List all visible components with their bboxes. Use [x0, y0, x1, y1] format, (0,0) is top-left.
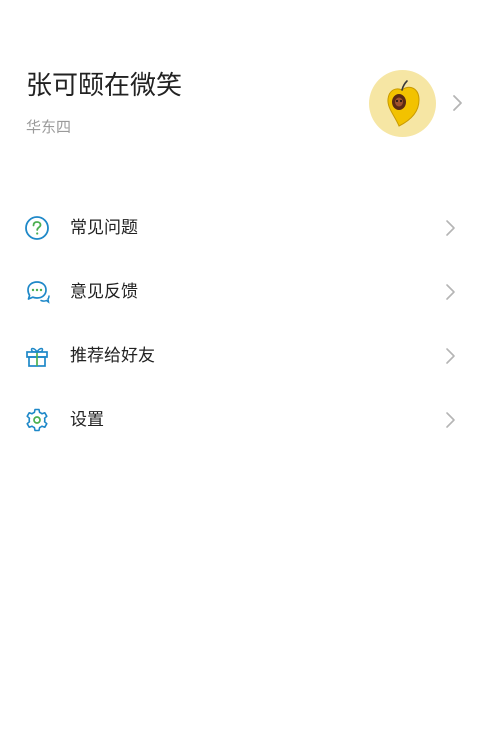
chevron-right-icon [444, 411, 456, 429]
menu-item-recommend[interactable]: 推荐给好友 [0, 324, 480, 388]
chevron-right-icon [444, 283, 456, 301]
menu-item-label: 常见问题 [70, 218, 138, 238]
chevron-right-icon [444, 219, 456, 237]
menu-item-label: 设置 [70, 410, 104, 430]
menu-list: 常见问题 意见反馈 推荐给好友 设置 [0, 196, 480, 452]
menu-item-settings[interactable]: 设置 [0, 388, 480, 452]
menu-item-feedback[interactable]: 意见反馈 [0, 260, 480, 324]
avatar[interactable] [369, 70, 436, 137]
menu-item-label: 推荐给好友 [70, 346, 155, 366]
fruit-avatar-icon [387, 80, 420, 127]
profile-name: 张可颐在微笑 [26, 71, 183, 101]
profile-header[interactable]: 张可颐在微笑 华东四 [0, 0, 480, 160]
menu-item-faq[interactable]: 常见问题 [0, 196, 480, 260]
gear-icon [24, 407, 50, 433]
chevron-right-icon [444, 347, 456, 365]
chat-bubbles-icon [24, 279, 50, 305]
chevron-right-icon [450, 94, 464, 112]
gift-icon [24, 343, 50, 369]
menu-item-label: 意见反馈 [70, 282, 138, 302]
help-circle-icon [24, 215, 50, 241]
profile-region: 华东四 [26, 118, 72, 136]
